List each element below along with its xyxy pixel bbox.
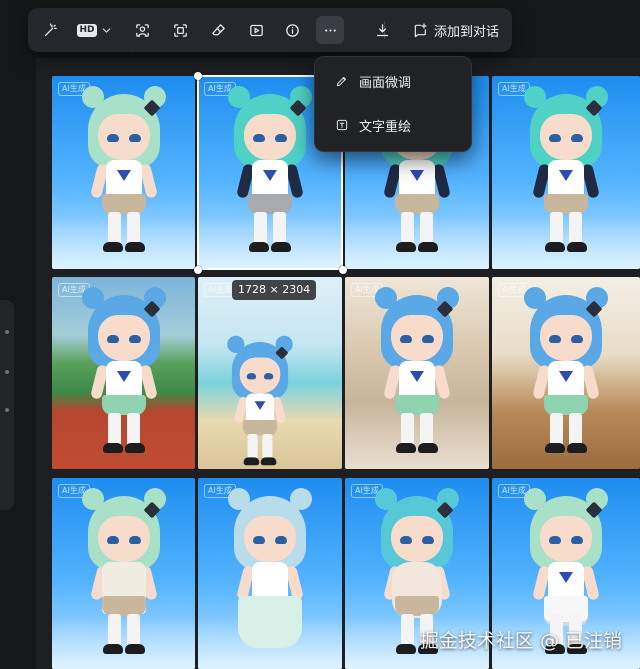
image-tile[interactable]: AI生成	[52, 76, 195, 269]
info-icon	[285, 23, 299, 37]
image-size-readout: 1728 × 2304	[232, 280, 317, 300]
pen-icon	[336, 77, 346, 87]
figurine	[516, 285, 616, 463]
image-tile[interactable]: AI生成	[492, 76, 640, 269]
resize-handle-bottom-right[interactable]	[339, 266, 347, 274]
portrait-icon	[135, 23, 149, 37]
portrait-button[interactable]	[128, 16, 156, 44]
add-to-chat-label: 添加到对话	[434, 24, 500, 40]
rail-dot[interactable]	[5, 330, 9, 334]
image-tile[interactable]: AI生成	[52, 277, 195, 469]
figurine	[220, 486, 320, 664]
left-rail	[0, 300, 14, 510]
rail-dot[interactable]	[5, 370, 9, 374]
resize-handle-bottom-left[interactable]	[194, 266, 202, 274]
figurine	[367, 285, 467, 463]
image-tile[interactable]: AI生成	[198, 478, 342, 669]
image-grid: AI生成 AI生成 AI生成 AI生成 AI生成 AI生成 AI生成 AI生成 …	[52, 75, 640, 669]
menu-item-text-redraw[interactable]: 文字重绘	[323, 109, 463, 141]
add-to-chat-button[interactable]: 添加到对话	[412, 16, 499, 44]
image-tile[interactable]: AI生成	[492, 277, 640, 469]
hd-upscale-icon: HD	[77, 23, 97, 37]
figurine	[516, 84, 616, 262]
figurine	[74, 84, 174, 262]
menu-item-label: 画面微调	[359, 75, 412, 91]
crop-focus-icon	[173, 23, 187, 37]
site-watermark: 掘金技术社区 @ 已注销	[419, 630, 622, 652]
image-tile[interactable]: AI生成	[52, 478, 195, 669]
eraser-icon	[211, 23, 225, 35]
play-video-icon	[249, 24, 263, 36]
generate-video-button[interactable]	[242, 16, 270, 44]
resize-handle-top-left[interactable]	[194, 72, 202, 80]
eraser-button[interactable]	[204, 16, 232, 44]
image-tile[interactable]: AI生成	[198, 277, 342, 469]
figurine	[74, 285, 174, 463]
more-icon	[324, 28, 336, 32]
download-button[interactable]	[368, 16, 396, 44]
chat-add-icon	[414, 23, 427, 38]
hd-upscale-button[interactable]: HD	[76, 16, 114, 44]
crop-focus-button[interactable]	[166, 16, 194, 44]
text-box-icon	[336, 119, 348, 131]
figurine	[74, 486, 174, 664]
image-toolbar: HD 添加到对话	[28, 8, 512, 52]
menu-item-label: 文字重绘	[359, 119, 412, 135]
more-dropdown-menu: 画面微调 文字重绘	[314, 56, 472, 152]
figurine	[221, 334, 299, 469]
menu-item-fine-tune[interactable]: 画面微调	[323, 65, 463, 97]
info-button[interactable]	[278, 16, 306, 44]
image-tile[interactable]: AI生成	[345, 277, 489, 469]
magic-wand-icon	[44, 22, 57, 36]
rail-dot[interactable]	[5, 408, 9, 412]
figurine	[220, 84, 320, 262]
chevron-down-icon	[102, 27, 110, 33]
download-icon	[376, 23, 388, 36]
more-button[interactable]	[316, 16, 344, 44]
magic-edit-button[interactable]	[36, 16, 64, 44]
